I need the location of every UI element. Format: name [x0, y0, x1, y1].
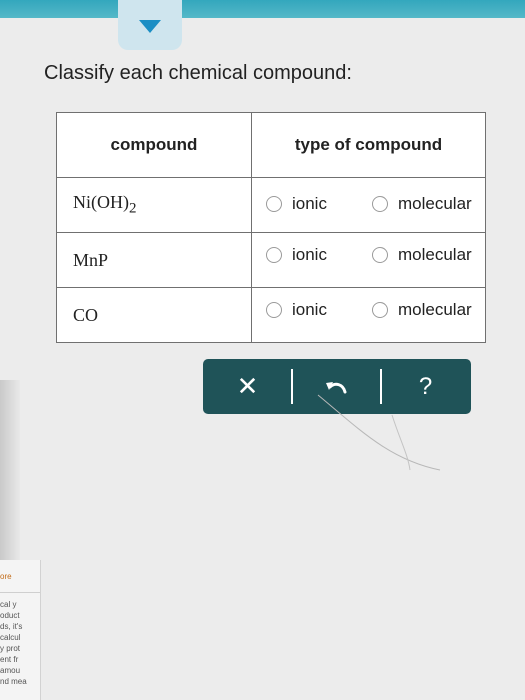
background-text: ent fr	[0, 655, 19, 664]
molecular-option[interactable]: molecular	[372, 300, 472, 320]
ionic-option[interactable]: ionic	[266, 300, 327, 320]
ionic-radio[interactable]	[266, 247, 282, 263]
molecular-label: molecular	[398, 300, 472, 319]
background-window: ore cal y oduct ds, it's calcul y prot e…	[0, 560, 41, 700]
help-button[interactable]: ?	[381, 359, 470, 414]
compound-formula: CO	[73, 304, 99, 325]
type-choice-cell: ionic molecular	[251, 287, 486, 343]
molecular-label: molecular	[398, 245, 472, 264]
background-text: calcul	[0, 633, 21, 642]
ionic-label: ionic	[292, 245, 327, 264]
molecular-option[interactable]: molecular	[372, 245, 472, 265]
divider	[0, 592, 40, 593]
molecular-radio[interactable]	[372, 196, 388, 212]
question-prompt: Classify each chemical compound:	[44, 62, 352, 84]
table-row: Ni(OH)2 ionic molecular	[56, 177, 486, 233]
column-header-type: type of compound	[251, 112, 486, 178]
ionic-option[interactable]: ionic	[266, 245, 327, 265]
help-icon: ?	[418, 372, 433, 400]
background-text: ds, it's	[0, 622, 23, 631]
background-text: ore	[0, 572, 12, 581]
type-choice-cell: ionic molecular	[251, 232, 486, 288]
undo-button[interactable]	[292, 359, 381, 414]
compound-cell: CO	[56, 287, 252, 343]
classification-table: compound type of compound Ni(OH)2 ionic …	[56, 112, 486, 343]
top-bar	[0, 0, 525, 18]
molecular-radio[interactable]	[372, 302, 388, 318]
table-header-row: compound type of compound	[56, 112, 486, 178]
chevron-down-icon	[139, 20, 161, 33]
table-row: MnP ionic molecular	[56, 232, 486, 288]
background-text: nd mea	[0, 677, 27, 686]
background-text: oduct	[0, 611, 20, 620]
ionic-radio[interactable]	[266, 196, 282, 212]
answer-toolbar: ✕ ?	[203, 359, 471, 414]
column-header-compound: compound	[56, 112, 252, 178]
background-text: amou	[0, 666, 21, 675]
background-text: y prot	[0, 644, 21, 653]
ionic-radio[interactable]	[266, 302, 282, 318]
compound-formula: MnP	[73, 249, 109, 270]
background-text: cal y	[0, 600, 17, 609]
ionic-label: ionic	[292, 300, 327, 319]
compound-cell: Ni(OH)2	[56, 177, 252, 233]
ionic-option[interactable]: ionic	[266, 194, 327, 214]
ionic-label: ionic	[292, 194, 327, 213]
compound-cell: MnP	[56, 232, 252, 288]
collapse-toggle[interactable]	[118, 0, 182, 50]
molecular-radio[interactable]	[372, 247, 388, 263]
compound-subscript: 2	[129, 200, 137, 217]
table-row: CO ionic molecular	[56, 287, 486, 343]
pencil-marks	[317, 394, 441, 471]
undo-icon	[325, 381, 346, 393]
compound-formula: Ni(OH)	[73, 192, 129, 213]
type-choice-cell: ionic molecular	[251, 177, 486, 233]
close-icon: ✕	[236, 371, 259, 401]
molecular-option[interactable]: molecular	[372, 194, 472, 214]
clear-button[interactable]: ✕	[203, 359, 292, 414]
molecular-label: molecular	[398, 194, 472, 213]
